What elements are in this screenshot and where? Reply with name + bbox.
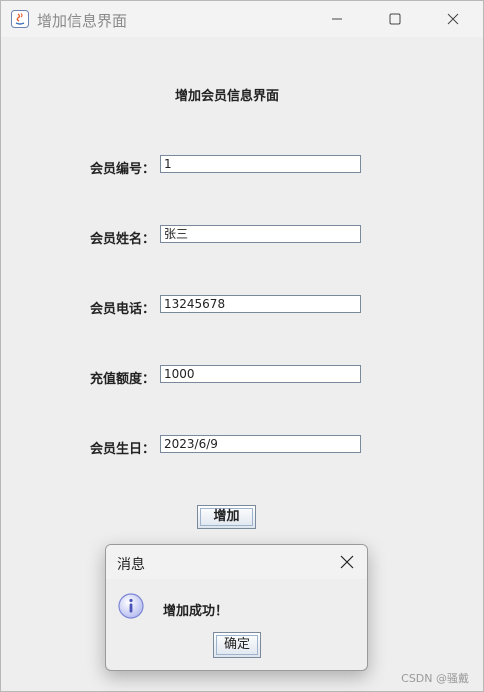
member-id-input[interactable]: 1	[160, 155, 361, 173]
member-birthday-input[interactable]: 2023/6/9	[160, 435, 361, 453]
title-bar[interactable]: 增加信息界面	[1, 1, 483, 37]
window-title: 增加信息界面	[37, 12, 128, 30]
add-button[interactable]: 增加	[197, 505, 256, 529]
member-phone-input[interactable]: 13245678	[160, 295, 361, 313]
label-member-phone: 会员电话：	[90, 302, 156, 317]
form-heading: 增加会员信息界面	[174, 89, 279, 104]
close-button[interactable]	[430, 1, 476, 37]
dialog-message: 增加成功！	[163, 604, 229, 619]
minimize-icon	[332, 18, 342, 20]
close-icon	[447, 13, 459, 25]
dialog-close-button[interactable]	[335, 550, 359, 574]
label-member-birthday: 会员生日：	[90, 442, 156, 457]
close-icon	[340, 555, 354, 569]
info-icon	[118, 593, 144, 619]
member-name-input[interactable]: 张三	[160, 225, 361, 243]
watermark: CSDN @骚戴	[401, 672, 469, 685]
add-button-label: 增加	[200, 508, 253, 526]
java-app-icon	[11, 10, 29, 28]
message-dialog: 消息 增加成功！ 确定	[105, 544, 368, 671]
minimize-button[interactable]	[314, 1, 360, 37]
main-window: 增加信息界面 增加会员信息界面 会员编号： 1 会员姓名： 张三 会员电话： 1…	[0, 0, 484, 692]
maximize-icon	[389, 13, 401, 25]
ok-button[interactable]: 确定	[213, 632, 261, 658]
label-recharge-amount: 充值额度：	[90, 372, 156, 387]
recharge-amount-input[interactable]: 1000	[160, 365, 361, 383]
dialog-title: 消息	[117, 557, 145, 573]
label-member-id: 会员编号：	[90, 162, 156, 177]
maximize-button[interactable]	[372, 1, 418, 37]
dialog-title-bar[interactable]: 消息	[106, 545, 367, 579]
label-member-name: 会员姓名：	[90, 232, 156, 247]
ok-button-label: 确定	[216, 635, 258, 655]
